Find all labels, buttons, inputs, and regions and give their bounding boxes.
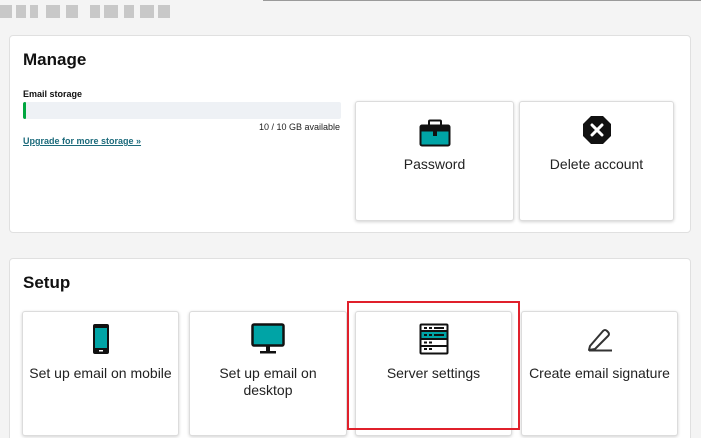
- server-settings-tile[interactable]: Server settings: [355, 311, 512, 436]
- delete-account-tile[interactable]: Delete account: [519, 101, 674, 221]
- briefcase-lock-icon: [419, 119, 450, 147]
- manage-title: Manage: [23, 50, 87, 69]
- setup-desktop-tile[interactable]: Set up email on desktop: [189, 311, 347, 436]
- manage-card: Manage Email storage 10 / 10 GB availabl…: [9, 35, 691, 233]
- delete-account-label: Delete account: [549, 156, 644, 172]
- password-label: Password: [403, 156, 466, 172]
- mobile-phone-icon: [92, 324, 109, 354]
- create-signature-tile[interactable]: Create email signature: [521, 311, 678, 436]
- server-icon: [419, 323, 448, 355]
- storage-progress-bar: [23, 102, 341, 119]
- password-tile[interactable]: Password: [355, 101, 514, 221]
- storage-progress-fill: [23, 102, 27, 119]
- storage-available-text: 10 / 10 GB available: [258, 122, 340, 132]
- x-octagon-icon: [582, 116, 611, 144]
- desktop-monitor-icon: [251, 323, 285, 354]
- blurred-header: [0, 0, 172, 22]
- create-signature-label: Create email signature: [529, 365, 670, 381]
- pencil-icon: [587, 329, 612, 352]
- setup-desktop-label: Set up email on desktop: [219, 365, 317, 398]
- server-settings-label: Server settings: [386, 365, 481, 381]
- upgrade-storage-link[interactable]: Upgrade for more storage »: [23, 136, 141, 146]
- header-divider: [263, 0, 701, 1]
- setup-title: Setup: [23, 273, 71, 292]
- setup-mobile-tile[interactable]: Set up email on mobile: [22, 311, 179, 436]
- setup-card: Setup Set up email on mobile Set up emai…: [9, 258, 691, 438]
- email-storage-label: Email storage: [23, 89, 83, 99]
- setup-mobile-label: Set up email on mobile: [29, 365, 172, 381]
